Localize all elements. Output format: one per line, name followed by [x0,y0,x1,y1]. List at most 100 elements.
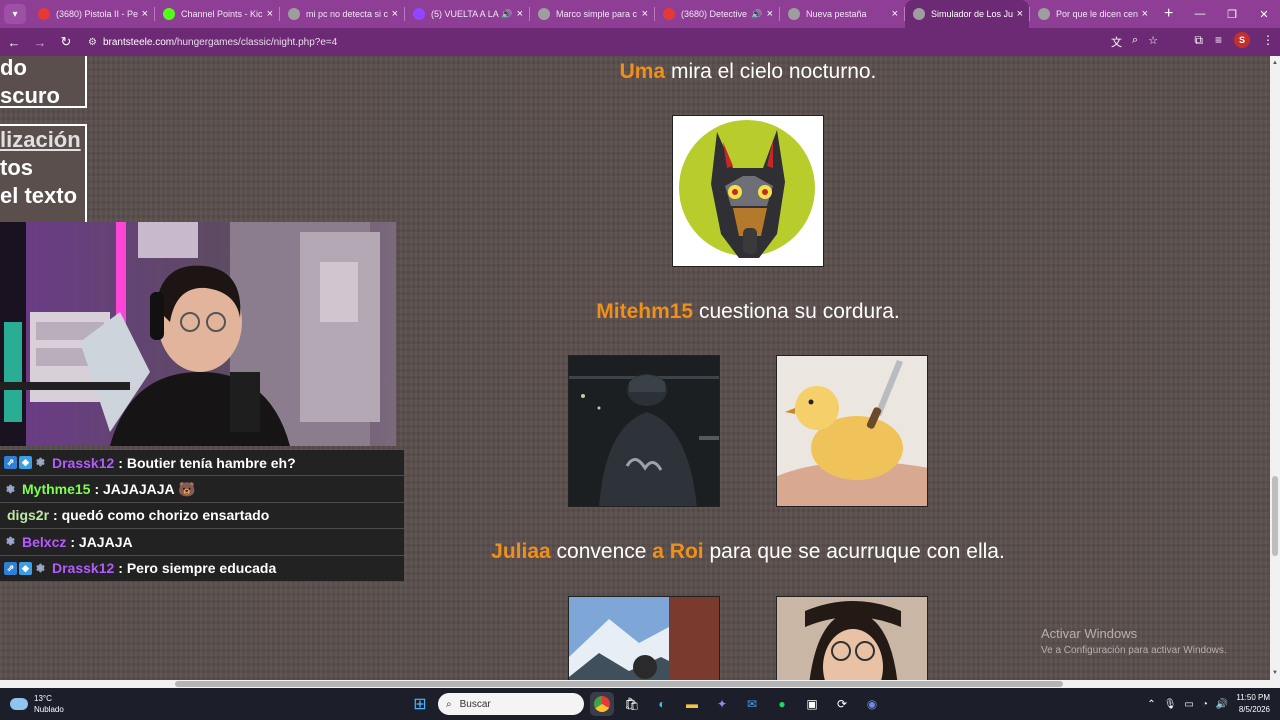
mail-icon[interactable]: ✉ [740,692,764,716]
dark-mode-line-1: do [0,56,27,80]
tribute-avatar-chick [776,355,928,507]
event-phrase: convence [550,540,653,563]
horizontal-scrollbar[interactable] [0,680,1280,688]
bookmark-star-icon[interactable]: ☆ [1148,34,1158,50]
weather-temp: 13°C [34,694,52,703]
windows-start-icon[interactable]: ⊞ [408,692,432,716]
app-icon-2[interactable]: ⟳ [830,692,854,716]
browser-tab[interactable]: (5) VUELTA A LA V 🔊 × [405,0,529,28]
tab-favicon-icon [38,8,50,20]
tab-close-icon[interactable]: × [642,8,648,20]
chat-username: Mythme15 [22,481,91,498]
windows-taskbar: 13°C Nublado ⊞ ⌕ Buscar 🛍 ◐ ▬ ✦ ✉ ● ▣ ⟳ … [0,688,1280,720]
event-phrase: para que se acurruque con ella. [703,540,1005,563]
browser-tab[interactable]: mi pc no detecta si c × [280,0,404,28]
discord-icon[interactable]: ◉ [860,692,884,716]
browser-tab[interactable]: Channel Points - Kick × [155,0,279,28]
vertical-scrollbar[interactable]: ▲ ▼ [1270,56,1280,680]
chat-message: ❃ Mythme15: JAJAJAJA 🐻 [0,476,404,503]
taskbar-apps: ⊞ ⌕ Buscar 🛍 ◐ ▬ ✦ ✉ ● ▣ ⟳ ◉ [408,692,884,716]
browser-tab[interactable]: Por que le dicen cen × [1030,0,1154,28]
file-explorer-icon[interactable]: ▬ [680,692,704,716]
event-phrase: cuestiona su cordura. [693,300,900,323]
translate-icon[interactable]: 文 [1111,34,1122,50]
profile-avatar[interactable]: S [1234,32,1250,48]
close-window-button[interactable]: ✕ [1248,8,1280,21]
tab-close-icon[interactable]: × [392,8,398,20]
tab-close-icon[interactable]: × [1017,8,1023,20]
browser-tab[interactable]: Nueva pestaña × [780,0,904,28]
chrome-icon[interactable] [590,692,614,716]
tabs-container: (3680) Pistola II - Pek × Channel Points -… [30,0,1154,28]
address-bar[interactable]: ⚙ brantsteele.com/hungergames/classic/ni… [80,31,1166,53]
tab-close-icon[interactable]: × [267,8,273,20]
scroll-up-icon[interactable]: ▲ [1270,58,1280,68]
chat-text: : JAJAJAJA 🐻 [94,480,196,497]
minimize-button[interactable]: — [1184,8,1216,20]
browser-tab[interactable]: Simulador de Los Jue × [905,0,1029,28]
taskbar-search[interactable]: ⌕ Buscar [438,693,584,715]
reload-button[interactable]: ↻ [54,34,78,50]
tab-favicon-icon [788,8,800,20]
activation-subtitle: Ve a Configuración para activar Windows. [1041,645,1227,656]
tribute-name: Juliaa [491,540,551,563]
customize-link[interactable]: lización [0,126,85,154]
activation-title: Activar Windows [1041,626,1138,641]
network-icon[interactable]: ◔ [1202,699,1208,710]
webcam-image [0,222,396,446]
media-control-icon[interactable]: ≡ [1215,33,1222,47]
wolf-mask-image [679,120,815,258]
tab-close-icon[interactable]: × [892,8,898,20]
display-icon[interactable]: ▭ [1184,699,1193,710]
zoom-icon[interactable]: ⌕ [1132,34,1138,50]
tab-label: Simulador de Los Jue [931,9,1013,19]
app-icon-1[interactable]: ▣ [800,692,824,716]
dark-mode-box[interactable]: do scuro [0,56,87,108]
teams-icon[interactable]: ✦ [710,692,734,716]
browser-tab[interactable]: (3680) Detective I 🔊 × [655,0,779,28]
chick-knife-image [777,356,927,506]
back-button[interactable]: ← [2,35,26,50]
restore-button[interactable]: ❐ [1216,8,1248,21]
tribute-avatar-mitehm15 [568,355,720,507]
event-text-2: Mitehm15 cuestiona su cordura. [400,300,1096,324]
extensions-icon[interactable]: ⧉ [1194,33,1203,48]
tab-close-icon[interactable]: × [142,8,148,20]
event-text-1: Uma mira el cielo nocturno. [400,60,1096,84]
chat-text: : JAJAJA [70,533,133,550]
chat-text: : Pero siempre educada [118,560,277,577]
clock[interactable]: 11:50 PM 8/5/2026 [1236,692,1270,716]
site-info-icon[interactable]: ⚙ [88,37,97,48]
edge-icon[interactable]: ◐ [650,692,674,716]
new-tab-button[interactable]: + [1164,5,1173,23]
tab-search-button[interactable]: ▾ [4,4,26,24]
tab-audio-icon[interactable]: 🔊 [751,9,762,20]
tab-label: Nueva pestaña [806,9,867,19]
tribute-name: Mitehm15 [596,300,694,323]
weather-desc: Nublado [34,705,64,714]
spotify-icon[interactable]: ● [770,692,794,716]
horizontal-scroll-thumb[interactable] [175,681,1063,687]
back-photo-image [569,356,719,506]
system-tray: ⌃ 🎙 ▭ ◔ 🔊 11:50 PM 8/5/2026 [1147,692,1270,716]
volume-icon[interactable]: 🔊 [1216,699,1228,710]
vertical-scroll-thumb[interactable] [1272,476,1278,556]
sub-badge-icon: ◆ [19,561,32,575]
microphone-icon[interactable]: 🎙 [1164,699,1177,710]
tab-close-icon[interactable]: × [1142,8,1148,20]
girl-photo-image [777,597,927,680]
store-icon[interactable]: 🛍 [620,692,644,716]
forward-button[interactable]: → [28,35,52,50]
tab-audio-icon[interactable]: 🔊 [501,9,512,20]
browser-tab[interactable]: (3680) Pistola II - Pek × [30,0,154,28]
tab-close-icon[interactable]: × [517,8,523,20]
browser-tab[interactable]: Marco simple para c × [530,0,654,28]
weather-widget[interactable]: 13°C Nublado [10,693,64,715]
scroll-down-icon[interactable]: ▼ [1270,668,1280,678]
tray-chevron-icon[interactable]: ⌃ [1147,699,1155,710]
chat-username: Belxcz [22,533,67,550]
sub-badge-icon: ◆ [19,456,32,470]
tab-close-icon[interactable]: × [767,8,773,20]
cyc-badge-icon: ❃ [5,483,16,496]
menu-icon[interactable]: ⋮ [1262,33,1274,47]
